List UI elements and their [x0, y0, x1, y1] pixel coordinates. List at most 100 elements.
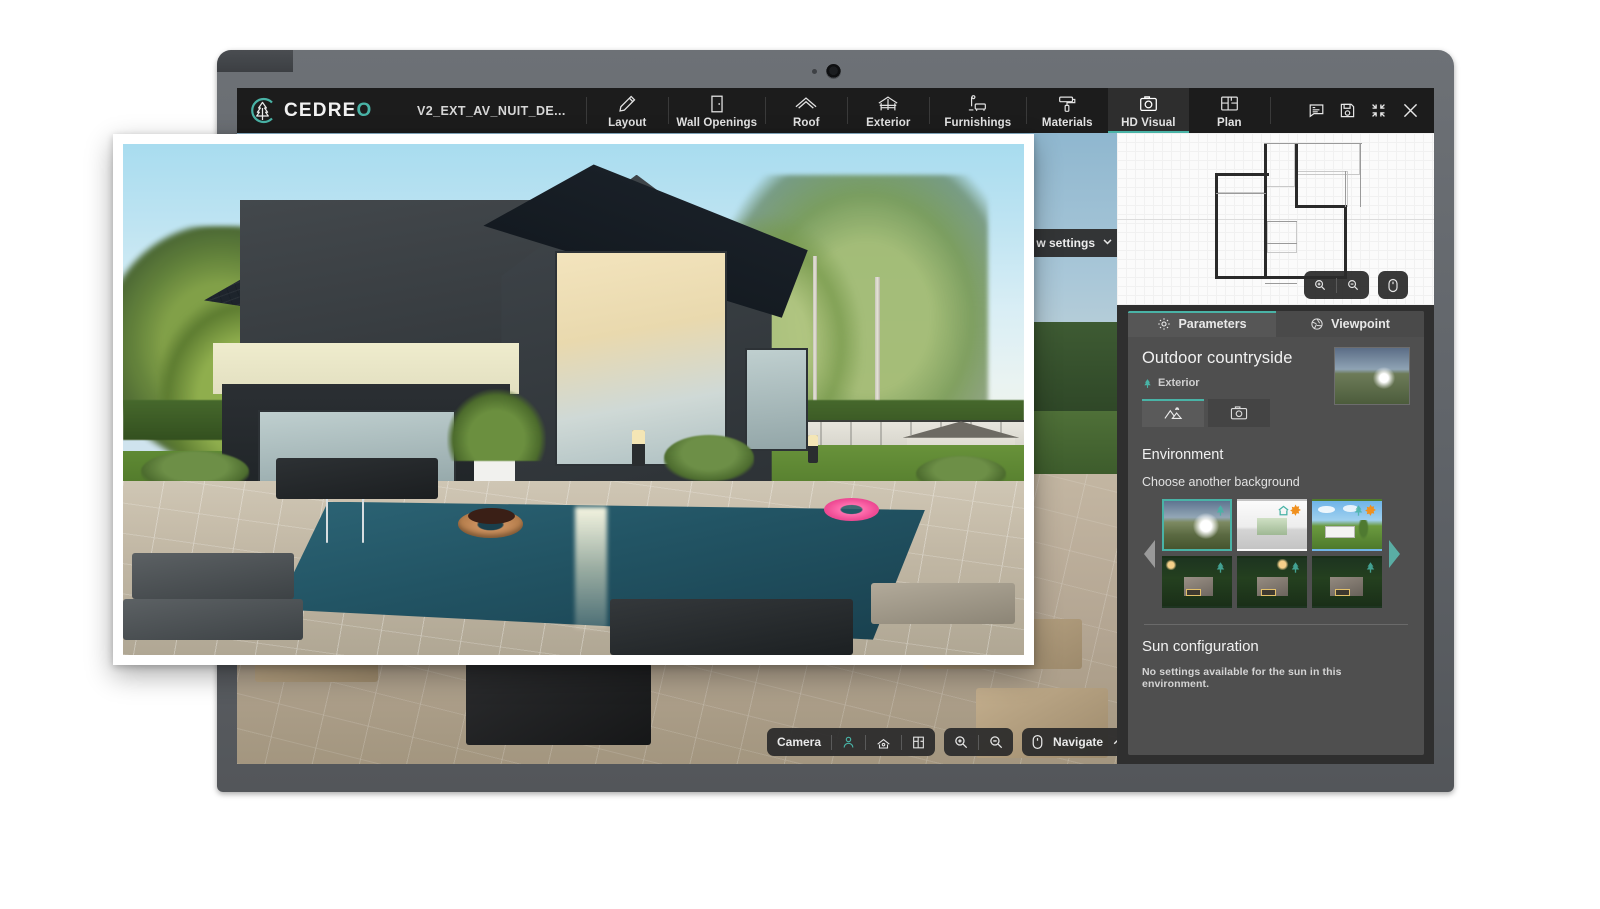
screenshot-root: CEDRE O V2_EXT_AV_NUIT_DE... Layout Wall…: [0, 0, 1600, 909]
minimap-wall: [1295, 205, 1347, 208]
minimap-wall: [1264, 143, 1267, 279]
sun-glow: [1373, 367, 1396, 390]
camera-tab[interactable]: [1208, 399, 1270, 427]
landscape-tab[interactable]: [1142, 399, 1204, 427]
aerial-view-icon[interactable]: [866, 735, 901, 750]
render-sun-lounger: [123, 598, 304, 640]
render-garden-lamp: [632, 430, 645, 466]
minimap-wall: [1267, 243, 1297, 245]
tree-badge: [1289, 561, 1302, 574]
tree-badge: [1214, 504, 1227, 517]
collapse-icon[interactable]: [1370, 102, 1387, 119]
background-thumb-suburban-day[interactable]: [1312, 499, 1382, 551]
thumb-house: [1324, 525, 1355, 539]
project-name[interactable]: V2_EXT_AV_NUIT_DE...: [397, 88, 586, 133]
tool-plan-label: Plan: [1216, 116, 1242, 129]
minimap-wall: [1345, 171, 1347, 207]
tool-wall-openings[interactable]: Wall Openings: [669, 88, 765, 133]
tree-badge: [1214, 561, 1227, 574]
render-image: [123, 144, 1024, 655]
plan-view-icon[interactable]: [902, 735, 935, 750]
carousel-prev-button[interactable]: [1142, 535, 1156, 573]
render-bush: [663, 435, 754, 482]
save-icon[interactable]: [1339, 102, 1356, 119]
background-thumb-night-exterior-3[interactable]: [1312, 556, 1382, 608]
sun-badge: [1364, 504, 1377, 517]
comments-icon[interactable]: [1308, 102, 1325, 119]
section-environment-title: Environment: [1142, 447, 1224, 463]
thumb-window: [1335, 588, 1350, 597]
right-column: Parameters Viewpoint Outdoor countryside: [1117, 133, 1434, 764]
tool-hd-visual[interactable]: HD Visual: [1107, 88, 1189, 133]
sun-note: No settings available for the sun in thi…: [1142, 666, 1342, 690]
cedreo-logo-mark: [248, 96, 277, 125]
view-settings-label: w settings: [1036, 236, 1095, 250]
background-thumb-night-exterior-2[interactable]: [1237, 556, 1307, 608]
minimap-wall: [1295, 143, 1298, 207]
camera-label: Camera: [777, 735, 822, 749]
thumb-window: [1261, 588, 1276, 597]
minimap-zoom-out-icon[interactable]: [1337, 278, 1369, 292]
navigate-toolbar[interactable]: Navigate: [1022, 728, 1117, 756]
panel-divider: [1144, 624, 1408, 625]
render-garden-lamp: [807, 435, 818, 464]
chevron-up-icon[interactable]: [1103, 736, 1117, 748]
minimap-zoom-in-icon[interactable]: [1304, 278, 1336, 292]
thumb-light: [1165, 559, 1178, 571]
tab-parameters[interactable]: Parameters: [1128, 311, 1276, 337]
camera-toolbar: Camera: [767, 728, 936, 756]
thumb-tree: [1357, 520, 1370, 541]
background-thumb-night-exterior-1[interactable]: [1162, 556, 1232, 608]
minimap-zoom-group: [1304, 271, 1369, 299]
minimap-axis: [1117, 219, 1434, 220]
tool-furnishings[interactable]: Furnishings: [930, 88, 1026, 133]
tree-badge: [1364, 561, 1377, 574]
carousel-next-button[interactable]: [1388, 535, 1402, 573]
floor-plan-minimap[interactable]: [1117, 133, 1434, 305]
minimap-wall: [1344, 207, 1347, 279]
parameters-panel: Parameters Viewpoint Outdoor countryside: [1128, 311, 1424, 755]
zoom-out-icon[interactable]: [979, 734, 1013, 750]
tool-plan[interactable]: Plan: [1189, 88, 1270, 133]
minimap-pan-icon[interactable]: [1378, 278, 1408, 293]
tool-roof[interactable]: Roof: [766, 88, 847, 133]
panel-tabs: Parameters Viewpoint: [1128, 311, 1424, 337]
tool-materials-label: Materials: [1041, 116, 1093, 129]
chevron-down-icon: [1102, 236, 1113, 250]
render-outdoor-sofa: [609, 598, 853, 655]
hd-render-preview[interactable]: [113, 134, 1034, 665]
tool-materials[interactable]: Materials: [1027, 88, 1108, 133]
render-light-reflection: [574, 507, 607, 629]
webcam-indicator-dot: [812, 69, 817, 74]
toolbar-divider: [1269, 97, 1271, 124]
background-thumb-interior-room[interactable]: [1237, 499, 1307, 551]
cedreo-logo-text: CEDRE O: [284, 100, 373, 122]
minimap-wall: [1215, 173, 1218, 279]
render-side-window: [744, 348, 808, 451]
render-donut-float: [457, 508, 523, 538]
background-thumbnail-grid: [1162, 499, 1382, 608]
tab-parameters-label: Parameters: [1178, 317, 1247, 331]
thumb-window: [1186, 588, 1201, 597]
cedreo-logo[interactable]: CEDRE O: [237, 88, 397, 133]
mouse-icon: [1022, 734, 1053, 750]
minimap-room: [1216, 173, 1266, 193]
tool-wall-openings-label: Wall Openings: [676, 116, 758, 129]
tool-hd-visual-label: HD Visual: [1121, 116, 1176, 129]
thumb-light: [1275, 558, 1290, 570]
render-palm-plant: [447, 389, 547, 461]
close-icon[interactable]: [1401, 101, 1420, 120]
environment-tag-label: Exterior: [1158, 377, 1200, 389]
zoom-toolbar: [944, 728, 1014, 756]
laptop-hinge-notch: [217, 50, 293, 72]
background-thumb-outdoor-countryside[interactable]: [1162, 499, 1232, 551]
navigate-label: Navigate: [1053, 735, 1104, 749]
person-view-icon[interactable]: [832, 735, 865, 750]
tool-layout[interactable]: Layout: [587, 88, 668, 133]
minimap-wall: [1215, 173, 1269, 176]
tab-viewpoint[interactable]: Viewpoint: [1276, 311, 1424, 337]
minimap-wall: [1216, 193, 1266, 195]
section-sun-title: Sun configuration: [1142, 638, 1259, 655]
zoom-in-icon[interactable]: [944, 734, 978, 750]
tool-exterior[interactable]: Exterior: [848, 88, 929, 133]
